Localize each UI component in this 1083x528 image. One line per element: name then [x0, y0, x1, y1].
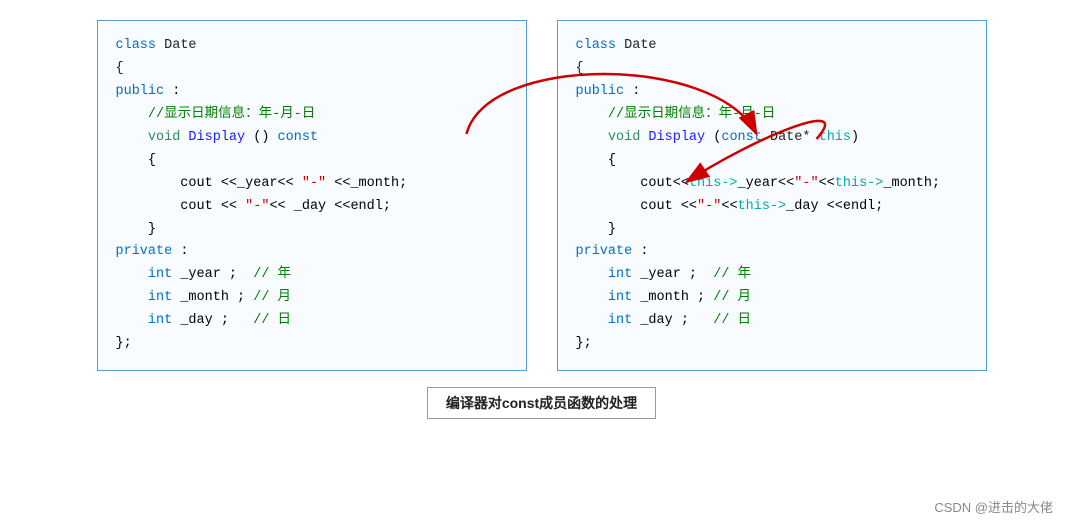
code-line: { — [576, 150, 968, 173]
code-line: public : — [116, 81, 508, 104]
code-line: int _year ; // 年 — [116, 264, 508, 287]
code-line: cout<<this->_year<<"-"<<this->_month; — [576, 173, 968, 196]
code-line: private : — [116, 241, 508, 264]
code-line: void Display () const — [116, 127, 508, 150]
left-code-box: class Date { public : //显示日期信息：年-月-日 voi… — [97, 20, 527, 371]
code-line: } — [116, 219, 508, 242]
code-line: cout << "-"<< _day <<endl; — [116, 196, 508, 219]
main-container: class Date { public : //显示日期信息：年-月-日 voi… — [0, 0, 1083, 528]
code-line: void Display (const Date* this) — [576, 127, 968, 150]
csdn-label: CSDN @进击的大佬 — [934, 497, 1053, 516]
code-line: int _year ; // 年 — [576, 264, 968, 287]
code-line: public : — [576, 81, 968, 104]
code-line: cout <<"-"<<this->_day <<endl; — [576, 196, 968, 219]
code-line: { — [116, 58, 508, 81]
code-line: }; — [576, 333, 968, 356]
code-panels: class Date { public : //显示日期信息：年-月-日 voi… — [20, 20, 1063, 371]
code-line: class Date — [576, 35, 968, 58]
code-line: int _day ; // 日 — [576, 310, 968, 333]
code-line: class Date — [116, 35, 508, 58]
code-line: { — [116, 150, 508, 173]
code-line: cout <<_year<< "-" <<_month; — [116, 173, 508, 196]
right-code-box: class Date { public : //显示日期信息：年-月-日 voi… — [557, 20, 987, 371]
caption-text: 编译器对const成员函数的处理 — [446, 395, 637, 411]
code-line: //显示日期信息：年-月-日 — [576, 104, 968, 127]
code-line: } — [576, 219, 968, 242]
code-line: int _month ; // 月 — [116, 287, 508, 310]
code-line: int _month ; // 月 — [576, 287, 968, 310]
code-line: int _day ; // 日 — [116, 310, 508, 333]
code-line: }; — [116, 333, 508, 356]
caption-box: 编译器对const成员函数的处理 — [427, 387, 656, 419]
code-line: //显示日期信息：年-月-日 — [116, 104, 508, 127]
code-line: { — [576, 58, 968, 81]
code-line: private : — [576, 241, 968, 264]
